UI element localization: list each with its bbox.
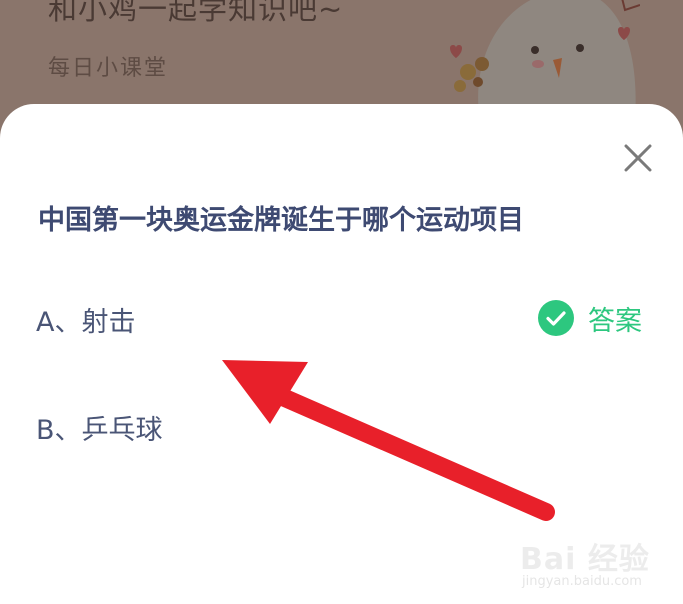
answer-badge: 答案 [538,300,642,337]
banner-subtitle: 每日小课堂 [48,56,169,81]
chick-mascot-icon [450,0,640,120]
option-a[interactable]: A、射击 [36,300,135,339]
baidu-watermark: Bai 经验 jingyan.baidu.com [520,534,670,598]
option-b[interactable]: B、乒乓球 [36,408,163,447]
check-circle-icon [538,300,574,336]
quiz-sheet: 中国第一块奥运金牌诞生于哪个运动项目 A、射击 答案 B、乒乓球 [0,104,683,604]
answer-label: 答案 [588,305,642,337]
watermark-url: jingyan.baidu.com [522,574,642,589]
close-icon[interactable] [618,138,658,178]
watermark-logo: Bai 经验 [520,542,650,577]
quiz-question: 中国第一块奥运金牌诞生于哪个运动项目 [38,205,524,236]
banner-title: 和小鸡一起学知识吧~ [48,0,344,26]
